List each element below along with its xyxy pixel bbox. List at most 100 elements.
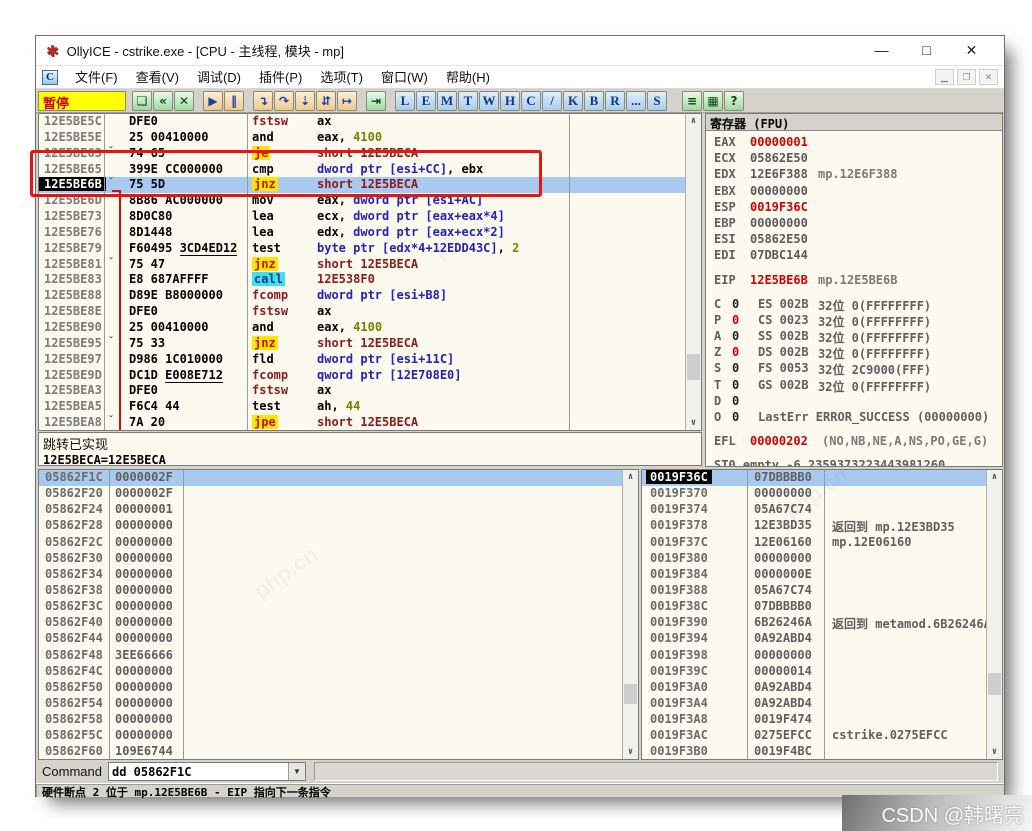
register-row-ecx[interactable]: ECX05862E50 [706, 151, 1002, 167]
stack-row[interactable]: 0019F37C12E06160mp.12E06160 [642, 535, 1002, 551]
register-row-efl[interactable]: EFL00000202(NO,NB,NE,A,NS,PO,GE,G) [706, 434, 1002, 450]
title-bar[interactable]: ✱ OllyICE - cstrike.exe - [CPU - 主线程, 模块… [36, 36, 1004, 66]
stack-row[interactable]: 0019F39800000000 [642, 648, 1002, 664]
stack-row[interactable]: 0019F3906B26246A返回到 metamod.6B26246A [642, 615, 1002, 631]
column-divider[interactable] [747, 470, 748, 759]
stack-row[interactable]: 0019F39C00000014 [642, 664, 1002, 680]
stack-pane[interactable]: 0019F36C07DBBBB00019F370000000000019F374… [641, 469, 1003, 760]
memory-row[interactable]: 05862F2800000000 [39, 518, 638, 534]
chevron-down-icon[interactable]: ▼ [288, 763, 305, 780]
memory-row[interactable]: 05862F3400000000 [39, 567, 638, 583]
command-combobox[interactable]: ▼ [108, 762, 306, 781]
column-divider[interactable] [183, 470, 184, 759]
panel-button-k[interactable]: K [563, 91, 583, 111]
disasm-row[interactable]: 12E5BE768D1448leaedx, dword ptr [eax+ecx… [39, 225, 685, 241]
menu-item-v[interactable]: 查看(V) [127, 68, 188, 87]
flag-row-z[interactable]: Z0DS 002B32位 0(FFFFFFFF) [706, 345, 1002, 361]
menu-item-p[interactable]: 插件(P) [250, 68, 311, 87]
panel-button-b[interactable]: B [584, 91, 604, 111]
flag-row-d[interactable]: D0 [706, 394, 1002, 410]
stack-row[interactable]: 0019F38C07DBBBB0 [642, 599, 1002, 615]
stack-row[interactable]: 0019F37812E3BD35返回到 mp.12E3BD35 [642, 518, 1002, 534]
scroll-up-icon[interactable]: ∧ [623, 470, 638, 484]
stack-row[interactable]: 0019F3A80019F474 [642, 712, 1002, 728]
scrollbar-thumb[interactable] [624, 684, 637, 704]
disasm-row[interactable]: 12E5BE97D986 1C010000flddword ptr [esi+1… [39, 352, 685, 368]
help-button[interactable]: ? [724, 91, 744, 111]
disasm-row[interactable]: 12E5BE79F60495 3CD4ED12testbyte ptr [edx… [39, 241, 685, 257]
disasm-row[interactable]: 12E5BE9025 00410000andeax, 4100 [39, 320, 685, 336]
disasm-row[interactable]: 12E5BE95ˇ75 33jnzshort 12E5BECA [39, 336, 685, 352]
register-row-edi[interactable]: EDI07DBC144 [706, 248, 1002, 264]
panel-button-s[interactable]: S [647, 91, 667, 111]
panel-button-m[interactable]: M [437, 91, 457, 111]
restart-button[interactable]: « [153, 91, 173, 111]
stack-row[interactable]: 0019F38805A67C74 [642, 583, 1002, 599]
disasm-row[interactable]: 12E5BE5CDFE0fstswax [39, 114, 685, 130]
register-row-ebp[interactable]: EBP00000000 [706, 216, 1002, 232]
column-divider[interactable] [109, 470, 110, 759]
memory-row[interactable]: 05862F2400000001 [39, 502, 638, 518]
stack-scrollbar[interactable]: ∧ ∨ [986, 470, 1002, 759]
register-row-ebx[interactable]: EBX00000000 [706, 184, 1002, 200]
scroll-up-icon[interactable]: ∧ [686, 114, 701, 128]
register-row-eax[interactable]: EAX00000001 [706, 135, 1002, 151]
maximize-button[interactable]: □ [904, 42, 949, 59]
flag-row-s[interactable]: S0FS 005332位 2C9000(FFF) [706, 361, 1002, 377]
memory-row[interactable]: 05862F3800000000 [39, 583, 638, 599]
memory-row[interactable]: 05862F5800000000 [39, 712, 638, 728]
minimize-button[interactable]: — [859, 42, 904, 59]
flag-row-o[interactable]: O0LastErr ERROR_SUCCESS (00000000) [706, 410, 1002, 426]
memory-row[interactable]: 05862F3000000000 [39, 551, 638, 567]
memory-row[interactable]: 05862F3C00000000 [39, 599, 638, 615]
disasm-row[interactable]: 12E5BEA5F6C4 44testah, 44 [39, 399, 685, 415]
disasm-row[interactable]: 12E5BE738D0C80leaecx, dword ptr [eax+eax… [39, 209, 685, 225]
close-button[interactable]: ✕ [949, 42, 994, 59]
stack-row[interactable]: 0019F37405A67C74 [642, 502, 1002, 518]
appearance-button[interactable]: ▦ [703, 91, 723, 111]
register-row-esi[interactable]: ESI05862E50 [706, 232, 1002, 248]
panel-button-e[interactable]: E [416, 91, 436, 111]
panel-button-w[interactable]: W [479, 91, 499, 111]
panel-button-l[interactable]: L [395, 91, 415, 111]
mdi-close-button[interactable]: ✕ [979, 69, 998, 85]
go-to-address-button[interactable]: ⇥ [366, 91, 386, 111]
scroll-down-icon[interactable]: ∨ [623, 745, 638, 759]
disasm-row[interactable]: 12E5BE81ˇ75 47jnzshort 12E5BECA [39, 257, 685, 273]
execute-till-return-button[interactable]: ↦ [337, 91, 357, 111]
scrollbar-thumb[interactable] [988, 673, 1001, 695]
disasm-row[interactable]: 12E5BE83E8 687AFFFFcall12E538F0 [39, 272, 685, 288]
stack-row[interactable]: 0019F38000000000 [642, 551, 1002, 567]
memory-row[interactable]: 05862F4400000000 [39, 631, 638, 647]
memory-row[interactable]: 05862F5C00000000 [39, 728, 638, 744]
trace-over-button[interactable]: ⇵ [316, 91, 336, 111]
memory-row[interactable]: 05862F2C00000000 [39, 535, 638, 551]
memory-row[interactable]: 05862F4000000000 [39, 615, 638, 631]
command-input[interactable] [109, 765, 288, 779]
panel-button-c[interactable]: C [521, 91, 541, 111]
disasm-row[interactable]: 12E5BE5E25 00410000andeax, 4100 [39, 130, 685, 146]
memory-row[interactable]: 05862F4C00000000 [39, 664, 638, 680]
panel-button-h[interactable]: H [500, 91, 520, 111]
memory-scrollbar[interactable]: ∧ ∨ [622, 470, 638, 759]
memory-row[interactable]: 05862F60109E6744 [39, 744, 638, 760]
stack-row[interactable]: 0019F37000000000 [642, 486, 1002, 502]
menu-item-t[interactable]: 选项(T) [311, 68, 372, 87]
stack-row[interactable]: 0019F3840000000E [642, 567, 1002, 583]
disassembly-scrollbar[interactable]: ∧ ∨ [685, 114, 701, 430]
stack-row[interactable]: 0019F3A40A92ABD4 [642, 696, 1002, 712]
panel-button-r[interactable]: R [605, 91, 625, 111]
memory-row[interactable]: 05862F5000000000 [39, 680, 638, 696]
flag-row-t[interactable]: T0GS 002B32位 0(FFFFFFFF) [706, 378, 1002, 394]
mdi-minimize-button[interactable]: ▁ [935, 69, 954, 85]
memory-row[interactable]: 05862F200000002F [39, 486, 638, 502]
stack-row[interactable]: 0019F3B00019F4BC [642, 744, 1002, 760]
scrollbar-thumb[interactable] [687, 354, 700, 380]
scroll-down-icon[interactable]: ∨ [686, 416, 701, 430]
registers-pane[interactable]: 寄存器 (FPU) EAX00000001ECX05862E50EDX12E6F… [705, 113, 1003, 467]
disasm-row[interactable]: 12E5BE8EDFE0fstswax [39, 304, 685, 320]
menu-item-d[interactable]: 调试(D) [188, 68, 250, 87]
disasm-row[interactable]: 12E5BEA8ˇ7A 20jpeshort 12E5BECA [39, 415, 685, 431]
stack-row[interactable]: 0019F3AC0275EFCCcstrike.0275EFCC [642, 728, 1002, 744]
run-button[interactable]: ▶ [203, 91, 223, 111]
